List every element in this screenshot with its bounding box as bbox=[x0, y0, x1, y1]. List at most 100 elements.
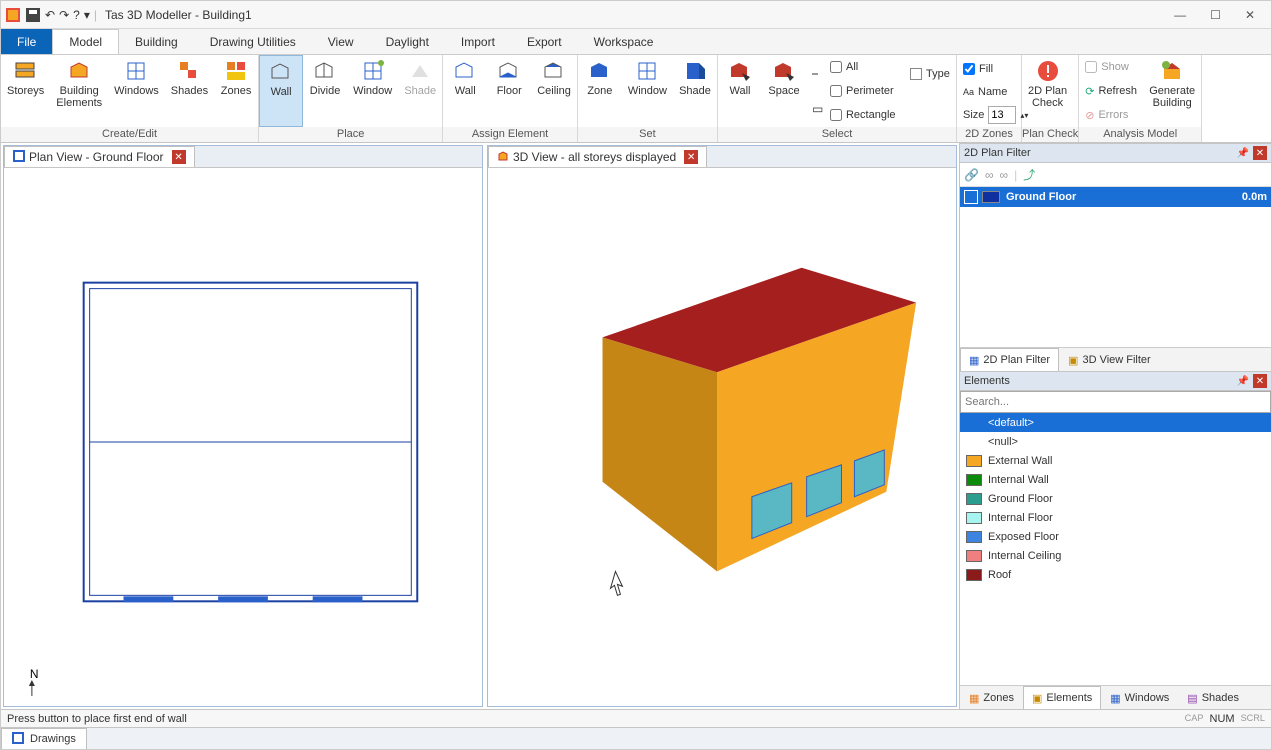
tab-drawing-utilities[interactable]: Drawing Utilities bbox=[194, 29, 312, 54]
elements-close[interactable]: ✕ bbox=[1253, 374, 1267, 388]
filter-list[interactable]: Ground Floor 0.0m bbox=[960, 187, 1271, 347]
tab-zones[interactable]: ▦Zones bbox=[960, 686, 1023, 709]
tab-workspace[interactable]: Workspace bbox=[578, 29, 670, 54]
show-check[interactable]: Show bbox=[1085, 57, 1137, 77]
plan-view-title: Plan View - Ground Floor bbox=[29, 150, 164, 164]
elements-list[interactable]: <default> <null> External Wall Internal … bbox=[960, 413, 1271, 685]
undo-icon[interactable]: ↶ bbox=[45, 8, 55, 22]
refresh-button[interactable]: ⟳Refresh bbox=[1085, 81, 1137, 101]
elements-tab-icon: ▣ bbox=[1032, 692, 1042, 705]
ribbon: Storeys Building Elements Windows Shades… bbox=[1, 55, 1271, 143]
select-wall-icon bbox=[728, 59, 752, 83]
zones-button[interactable]: Zones bbox=[214, 55, 258, 127]
building-elements-icon bbox=[67, 59, 91, 83]
size-field[interactable]: Size ▴▾ bbox=[963, 105, 1015, 125]
assign-wall-icon bbox=[453, 59, 477, 83]
assign-wall-button[interactable]: Wall bbox=[443, 55, 487, 127]
shades-button[interactable]: Shades bbox=[165, 55, 214, 127]
close-button[interactable]: ✕ bbox=[1245, 8, 1255, 22]
storeys-button[interactable]: Storeys bbox=[1, 55, 50, 127]
filter-close[interactable]: ✕ bbox=[1253, 146, 1267, 160]
elements-search[interactable] bbox=[960, 391, 1271, 413]
link-icon[interactable]: 🔗 bbox=[964, 168, 979, 182]
group-analysis-model-label: Analysis Model bbox=[1079, 127, 1201, 142]
fill-check[interactable]: Fill bbox=[963, 59, 1015, 79]
shades-icon bbox=[177, 59, 201, 83]
redo-icon[interactable]: ↷ bbox=[59, 8, 69, 22]
element-internal-ceiling[interactable]: Internal Ceiling bbox=[960, 546, 1271, 565]
group-select-label: Select bbox=[718, 127, 956, 142]
tab-shades[interactable]: ▤Shades bbox=[1178, 686, 1248, 709]
set-shade-button[interactable]: Shade bbox=[673, 55, 717, 127]
drawings-tab[interactable]: Drawings bbox=[1, 728, 87, 749]
tab-import[interactable]: Import bbox=[445, 29, 511, 54]
generate-building-button[interactable]: Generate Building bbox=[1143, 55, 1201, 127]
tab-view[interactable]: View bbox=[312, 29, 370, 54]
select-type-button[interactable]: Type bbox=[910, 64, 950, 84]
threed-view-tab[interactable]: 3D View - all storeys displayed ✕ bbox=[488, 146, 707, 167]
tab-windows[interactable]: ▦Windows bbox=[1101, 686, 1178, 709]
plan-check-icon bbox=[1036, 59, 1060, 83]
minimize-button[interactable]: — bbox=[1174, 8, 1186, 22]
plan-check-button[interactable]: 2D Plan Check bbox=[1022, 55, 1073, 127]
set-window-icon bbox=[635, 59, 659, 83]
place-window-button[interactable]: Window bbox=[347, 55, 398, 127]
element-internal-floor[interactable]: Internal Floor bbox=[960, 508, 1271, 527]
windows-button[interactable]: Windows bbox=[108, 55, 165, 127]
select-all-check[interactable]: All bbox=[830, 57, 898, 77]
chain-icon-2[interactable]: ∞ bbox=[1000, 168, 1009, 182]
export-icon[interactable]: ⤴ bbox=[1023, 166, 1035, 183]
elements-panel-header: Elements 📌 ✕ bbox=[960, 371, 1271, 391]
select-wall-button[interactable]: Wall bbox=[718, 55, 762, 127]
element-null[interactable]: <null> bbox=[960, 432, 1271, 451]
plan-view-close[interactable]: ✕ bbox=[172, 150, 186, 164]
threed-view-pane: 3D View - all storeys displayed ✕ bbox=[487, 145, 957, 707]
plan-canvas[interactable]: N bbox=[4, 168, 482, 706]
tab-building[interactable]: Building bbox=[119, 29, 194, 54]
save-icon[interactable] bbox=[25, 7, 41, 23]
threed-canvas[interactable] bbox=[488, 168, 956, 706]
help-icon[interactable]: ? bbox=[73, 8, 80, 22]
threed-view-close[interactable]: ✕ bbox=[684, 150, 698, 164]
element-ground-floor[interactable]: Ground Floor bbox=[960, 489, 1271, 508]
maximize-button[interactable]: ☐ bbox=[1210, 8, 1221, 22]
plan-view-tab[interactable]: Plan View - Ground Floor ✕ bbox=[4, 146, 195, 167]
tab-2d-plan-filter[interactable]: ▦ 2D Plan Filter bbox=[960, 348, 1059, 371]
size-input[interactable] bbox=[988, 106, 1016, 124]
qa-dropdown-icon[interactable]: ▾ bbox=[84, 8, 90, 22]
wall-icon bbox=[269, 60, 293, 84]
element-exposed-floor[interactable]: Exposed Floor bbox=[960, 527, 1271, 546]
select-space-button[interactable]: Space bbox=[762, 55, 806, 127]
place-divide-button[interactable]: Divide bbox=[303, 55, 347, 127]
element-roof[interactable]: Roof bbox=[960, 565, 1271, 584]
tab-file[interactable]: File bbox=[1, 29, 52, 54]
place-shade-button[interactable]: Shade bbox=[398, 55, 442, 127]
select-line-icon[interactable]: ⎯ bbox=[812, 66, 818, 81]
assign-floor-button[interactable]: Floor bbox=[487, 55, 531, 127]
pin-icon[interactable]: 📌 bbox=[1237, 148, 1249, 159]
elements-pin-icon[interactable]: 📌 bbox=[1237, 376, 1249, 387]
tab-daylight[interactable]: Daylight bbox=[370, 29, 445, 54]
footer-tabs: Drawings bbox=[1, 727, 1271, 749]
errors-button[interactable]: ⊘Errors bbox=[1085, 105, 1137, 125]
select-rectangle-check[interactable]: Rectangle bbox=[830, 105, 898, 125]
place-wall-button[interactable]: Wall bbox=[259, 55, 303, 127]
name-check[interactable]: AaName bbox=[963, 82, 1015, 102]
divide-icon bbox=[313, 59, 337, 83]
select-rect-icon[interactable]: ▭ bbox=[812, 102, 818, 116]
group-place-label: Place bbox=[259, 127, 442, 142]
tab-model[interactable]: Model bbox=[52, 29, 119, 54]
element-external-wall[interactable]: External Wall bbox=[960, 451, 1271, 470]
chain-icon-1[interactable]: ∞ bbox=[985, 168, 994, 182]
set-window-button[interactable]: Window bbox=[622, 55, 673, 127]
tab-elements[interactable]: ▣Elements bbox=[1023, 686, 1101, 709]
select-perimeter-check[interactable]: Perimeter bbox=[830, 81, 898, 101]
element-default[interactable]: <default> bbox=[960, 413, 1271, 432]
building-elements-button[interactable]: Building Elements bbox=[50, 55, 108, 127]
set-zone-button[interactable]: Zone bbox=[578, 55, 622, 127]
element-internal-wall[interactable]: Internal Wall bbox=[960, 470, 1271, 489]
tab-export[interactable]: Export bbox=[511, 29, 578, 54]
assign-ceiling-button[interactable]: Ceiling bbox=[531, 55, 577, 127]
filter-item-ground-floor[interactable]: Ground Floor 0.0m bbox=[960, 187, 1271, 207]
tab-3d-view-filter[interactable]: ▣ 3D View Filter bbox=[1059, 348, 1160, 371]
